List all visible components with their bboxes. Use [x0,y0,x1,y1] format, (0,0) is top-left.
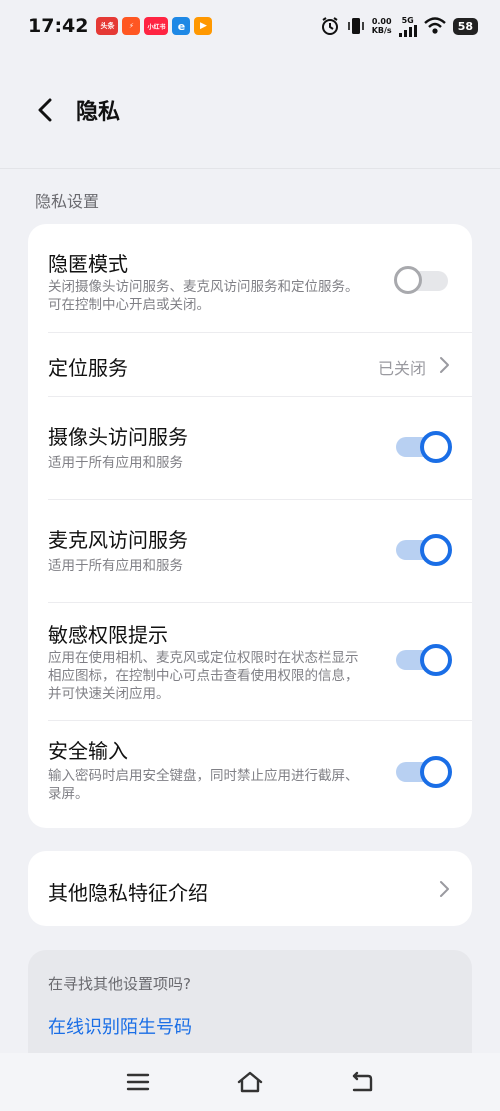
back-button[interactable] [30,90,60,130]
setting-title: 摄像头访问服务 [48,425,188,449]
sensitive-permission-hint-toggle[interactable] [396,644,452,676]
toggle-knob [394,266,422,294]
setting-row-camera-access[interactable]: 摄像头访问服务 适用于所有应用和服务 [28,397,472,499]
signal-bars-icon [398,24,417,37]
header: 隐私 [0,70,500,150]
setting-row-sensitive-permission-hint[interactable]: 敏感权限提示 应用在使用相机、麦克风或定位权限时在状态栏显示相应图标，在控制中心… [28,603,472,720]
menu-button[interactable] [123,1067,153,1097]
setting-desc: 输入密码时启用安全键盘，同时禁止应用进行截屏、录屏。 [48,768,359,802]
network-type: 5G [401,15,414,25]
setting-row-secure-input[interactable]: 安全输入 输入密码时启用安全键盘，同时禁止应用进行截屏、录屏。 [28,721,472,828]
camera-access-toggle[interactable] [396,431,452,463]
other-privacy-features-row[interactable]: 其他隐私特征介绍 [28,851,472,926]
setting-row-incognito-mode[interactable]: 隐匿模式 关闭摄像头访问服务、麦克风访问服务和定位服务。可在控制中心开启或关闭。 [28,224,472,332]
other-privacy-features-title: 其他隐私特征介绍 [48,881,208,905]
battery-indicator: 58 [452,17,478,35]
navigation-bar [0,1053,500,1111]
header-divider [0,168,500,169]
setting-desc: 适用于所有应用和服务 [48,455,183,471]
setting-title: 麦克风访问服务 [48,528,188,552]
section-title: 隐私设置 [35,192,100,211]
alarm-icon [321,17,338,35]
setting-row-microphone-access[interactable]: 麦克风访问服务 适用于所有应用和服务 [28,500,472,602]
xiaohongshu-icon: 小红书 [144,17,169,35]
chevron-right-icon [440,881,449,897]
setting-title: 安全输入 [48,739,128,763]
net-speed-value: 0.00 [371,17,392,26]
setting-row-location-service[interactable]: 定位服务 已关闭 [28,333,472,397]
menu-icon [126,1073,150,1091]
app-lightning-icon: ⚡ [122,17,141,35]
back-arrow-icon [38,98,52,122]
other-privacy-features-item[interactable]: 其他隐私特征介绍 [28,851,472,926]
toggle-knob [420,534,452,566]
back-nav-button[interactable] [347,1067,377,1097]
microphone-access-toggle[interactable] [396,534,452,566]
vibrate-icon [347,18,364,34]
status-indicators: 0.00 KB/s 5G 58 [320,16,478,37]
status-time: 17:42 [28,15,89,37]
incognito-mode-toggle[interactable] [394,266,452,294]
cell-signal: 5G [398,15,417,37]
home-button[interactable] [235,1067,265,1097]
secure-input-toggle[interactable] [396,756,452,788]
location-status-value: 已关闭 [377,359,426,378]
toggle-knob [420,644,452,676]
search-suggestion-card: 在寻找其他设置项吗? 在线识别陌生号码 [28,950,472,1053]
setting-desc: 应用在使用相机、麦克风或定位权限时在状态栏显示相应图标，在控制中心可点击查看使用… [48,650,359,702]
setting-title: 敏感权限提示 [48,623,168,647]
toggle-knob [420,431,452,463]
video-icon: ▶ [194,17,213,35]
setting-desc: 适用于所有应用和服务 [48,558,183,574]
identify-unknown-number-link[interactable]: 在线识别陌生号码 [48,1013,192,1039]
status-bar: 17:42 头条 ⚡ 小红书 e ▶ 0.00 KB/s 5G 58 [0,0,500,52]
setting-title: 定位服务 [48,356,128,380]
toutiao-icon: 头条 [96,17,119,35]
notification-app-icons: 头条 ⚡ 小红书 e ▶ [96,17,213,35]
home-icon [237,1071,263,1093]
privacy-settings-card: 隐匿模式 关闭摄像头访问服务、麦克风访问服务和定位服务。可在控制中心开启或关闭。… [28,224,472,828]
chevron-right-icon [440,357,449,373]
page-title: 隐私 [76,100,121,125]
browser-icon: e [172,17,191,35]
setting-desc: 关闭摄像头访问服务、麦克风访问服务和定位服务。可在控制中心开启或关闭。 [48,279,359,313]
return-icon [352,1071,373,1092]
setting-title: 隐匿模式 [48,252,128,276]
net-speed-unit: KB/s [371,26,392,35]
net-speed: 0.00 KB/s [372,17,392,35]
toggle-knob [420,756,452,788]
wifi-icon [423,17,446,34]
search-suggestion-question: 在寻找其他设置项吗? [48,975,191,993]
